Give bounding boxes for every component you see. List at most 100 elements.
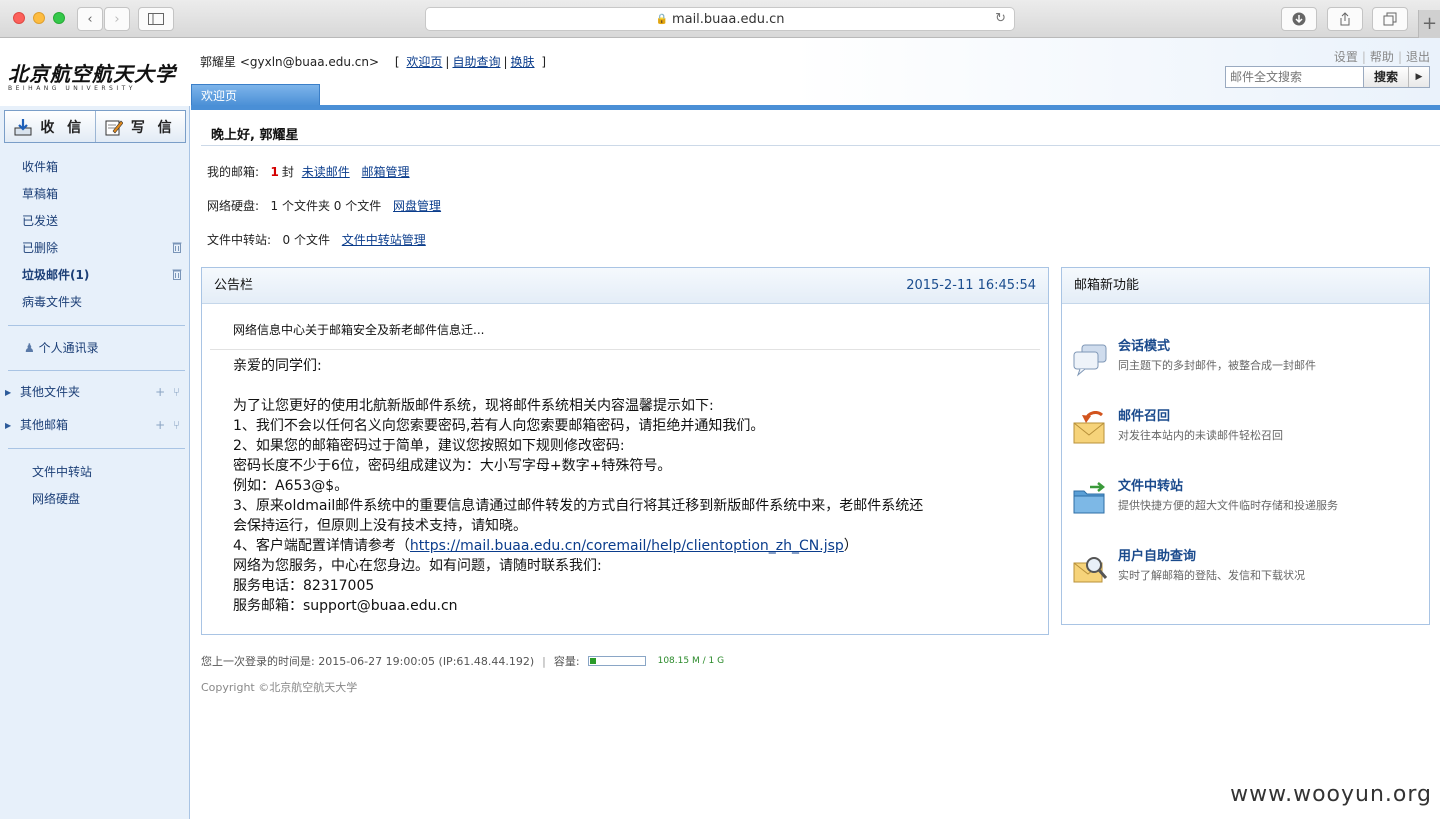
top-links: 设置 | 帮助 | 退出 — [1333, 50, 1430, 64]
unread-mail-link[interactable]: 未读邮件 — [302, 165, 350, 179]
help-link[interactable]: 帮助 — [1370, 50, 1394, 64]
close-window-button[interactable] — [13, 12, 25, 24]
sidebar-item-deleted[interactable]: 已删除 — [0, 237, 190, 264]
caret-right-icon[interactable]: ▶ — [5, 376, 11, 409]
sidebar-item-virus[interactable]: 病毒文件夹 — [0, 291, 190, 318]
sidebar-icon — [148, 13, 164, 25]
sidebar-toggle-button[interactable] — [138, 7, 174, 31]
address-bar[interactable]: 🔒 mail.buaa.edu.cn ↻ — [425, 7, 1015, 31]
sidebar-item-label: 其他邮箱 — [20, 418, 69, 432]
receive-label: 收 信 — [40, 119, 86, 136]
minimize-window-button[interactable] — [33, 12, 45, 24]
search-input[interactable] — [1226, 67, 1364, 87]
feature-conversation[interactable]: 会话模式 同主题下的多封邮件，被整合成一封邮件 — [1072, 335, 1412, 385]
feature-title: 文件中转站 — [1118, 479, 1184, 494]
downloads-button[interactable] — [1281, 7, 1317, 31]
notice-timestamp: 2015-2-11 16:45:54 — [906, 278, 1036, 293]
sidebar-item-file-transfer[interactable]: 文件中转站 — [0, 459, 190, 486]
transfer-text: 0 个文件 — [282, 233, 330, 247]
tab-strip — [191, 105, 1440, 110]
caret-right-icon[interactable]: ▶ — [5, 409, 11, 442]
notice-line: 会保持运行，但原则上没有技术支持，请知晓。 — [233, 518, 527, 534]
notice-line: 1、我们不会以任何名义向您索要密码,若有人向您索要邮箱密码，请拒绝并通知我们。 — [233, 418, 765, 434]
reload-icon[interactable]: ↻ — [995, 11, 1006, 26]
receive-button[interactable]: 收 信 — [5, 111, 95, 142]
compose-button[interactable]: 写 信 — [94, 111, 186, 142]
notice-line: 服务邮箱：support@buaa.edu.cn — [233, 598, 458, 614]
logout-link[interactable]: 退出 — [1406, 50, 1430, 64]
sidebar-item-other-folders[interactable]: ▶ 其他文件夹 + ⑂ — [0, 376, 190, 409]
feature-transfer[interactable]: 文件中转站 提供快捷方便的超大文件临时存储和投递服务 — [1072, 475, 1412, 525]
sidebar-item-inbox[interactable]: 收件箱 — [0, 156, 190, 183]
feature-self-query[interactable]: 用户自助查询 实时了解邮箱的登陆、发信和下载状况 — [1072, 545, 1412, 595]
tab-welcome[interactable]: 欢迎页 — [191, 84, 320, 106]
compose-icon — [105, 120, 123, 135]
add-icon[interactable]: + — [155, 418, 165, 432]
feature-recall[interactable]: 邮件召回 对发往本站内的未读邮件轻松召回 — [1072, 405, 1412, 455]
new-tab-button[interactable]: + — [1418, 10, 1440, 38]
divider — [8, 370, 185, 371]
sidebar-item-label: 收件箱 — [22, 160, 59, 174]
zoom-window-button[interactable] — [53, 12, 65, 24]
netdisk-manage-link[interactable]: 网盘管理 — [393, 199, 441, 213]
notice-ref-suffix: ） — [843, 538, 858, 554]
sidebar-item-sent[interactable]: 已发送 — [0, 210, 190, 237]
back-button[interactable]: ‹ — [77, 7, 103, 31]
sidebar-item-label: 个人通讯录 — [38, 341, 99, 355]
client-help-link[interactable]: https://mail.buaa.edu.cn/coremail/help/c… — [410, 538, 844, 554]
sidebar-item-other-mailboxes[interactable]: ▶ 其他邮箱 + ⑂ — [0, 409, 190, 442]
feature-title: 会话模式 — [1118, 339, 1171, 354]
notice-subject[interactable]: 网络信息中心关于邮箱安全及新老邮件信息迁... — [233, 321, 484, 338]
lock-icon: 🔒 — [655, 13, 668, 25]
capacity-text: 108.15 M / 1 G — [657, 656, 725, 666]
sidebar-item-netdisk[interactable]: 网络硬盘 — [0, 486, 190, 513]
search-button[interactable]: 搜索 — [1364, 67, 1408, 87]
settings-link[interactable]: 设置 — [1334, 50, 1358, 64]
sidebar-item-label: 其他文件夹 — [20, 385, 81, 399]
feature-desc: 实时了解邮箱的登陆、发信和下载状况 — [1118, 569, 1305, 582]
mailbox-manage-link[interactable]: 邮箱管理 — [362, 165, 410, 179]
trash-icon[interactable] — [172, 268, 182, 280]
unread-unit: 封 — [281, 165, 294, 179]
url-text: mail.buaa.edu.cn — [671, 11, 785, 27]
sidebar-item-drafts[interactable]: 草稿箱 — [0, 183, 190, 210]
search-options-button[interactable]: ▶ — [1408, 67, 1429, 87]
change-skin-link[interactable]: 换肤 — [511, 55, 535, 69]
features-header: 邮箱新功能 — [1062, 268, 1429, 304]
notice-line — [233, 376, 923, 396]
chevron-left-icon: ‹ — [87, 11, 93, 27]
forward-button[interactable]: › — [104, 7, 130, 31]
share-button[interactable] — [1327, 7, 1363, 31]
trash-icon[interactable] — [172, 241, 182, 253]
divider — [8, 448, 185, 449]
notice-line: 例如：A653@$。 — [233, 478, 349, 494]
caret-right-icon: ▶ — [1415, 72, 1423, 82]
transfer-label: 文件中转站: — [207, 233, 272, 247]
self-query-link[interactable]: 自助查询 — [452, 55, 500, 69]
transfer-manage-link[interactable]: 文件中转站管理 — [342, 233, 426, 247]
user-info: 郭耀星 <gyxln@buaa.edu.cn> [ 欢迎页 | 自助查询 | 换肤 ] — [200, 55, 547, 69]
notice-body: 亲爱的同学们: 为了让您更好的使用北航新版邮件系统，现将邮件系统相关内容温馨提示… — [233, 356, 923, 616]
sidebar-item-label: 已发送 — [22, 214, 59, 228]
notice-line: 为了让您更好的使用北航新版邮件系统，现将邮件系统相关内容温馨提示如下: — [233, 398, 714, 414]
contact-person-icon: ♟ — [24, 341, 35, 355]
feature-title: 用户自助查询 — [1118, 549, 1197, 564]
folder-list: 收件箱 草稿箱 已发送 已删除 垃圾邮件(1) 病毒文件夹 ♟ 个人通讯录 ▶ … — [0, 156, 190, 513]
welcome-link[interactable]: 欢迎页 — [406, 55, 442, 69]
add-icon[interactable]: + — [155, 385, 165, 399]
sidebar-item-contacts[interactable]: ♟ 个人通讯录 — [0, 326, 190, 370]
feature-title: 邮件召回 — [1118, 409, 1171, 424]
last-login-text: 您上一次登录的时间是: 2015-06-27 19:00:05 (IP:61.4… — [201, 655, 535, 668]
filter-icon[interactable]: ⑂ — [173, 418, 180, 432]
folder-transfer-icon — [1073, 482, 1106, 514]
filter-icon[interactable]: ⑂ — [173, 385, 180, 399]
notice-line: 亲爱的同学们: — [233, 358, 322, 374]
sidebar-item-junk[interactable]: 垃圾邮件(1) — [0, 264, 190, 291]
unread-count: 1 — [270, 165, 279, 179]
divider — [201, 145, 1440, 146]
copyright: Copyright ©北京航空航天大学 — [201, 681, 358, 694]
feature-desc: 同主题下的多封邮件，被整合成一封邮件 — [1118, 359, 1316, 372]
tabs-overview-button[interactable] — [1372, 7, 1408, 31]
bracket-close: ] — [541, 55, 547, 69]
netdisk-label: 网络硬盘: — [207, 199, 260, 213]
